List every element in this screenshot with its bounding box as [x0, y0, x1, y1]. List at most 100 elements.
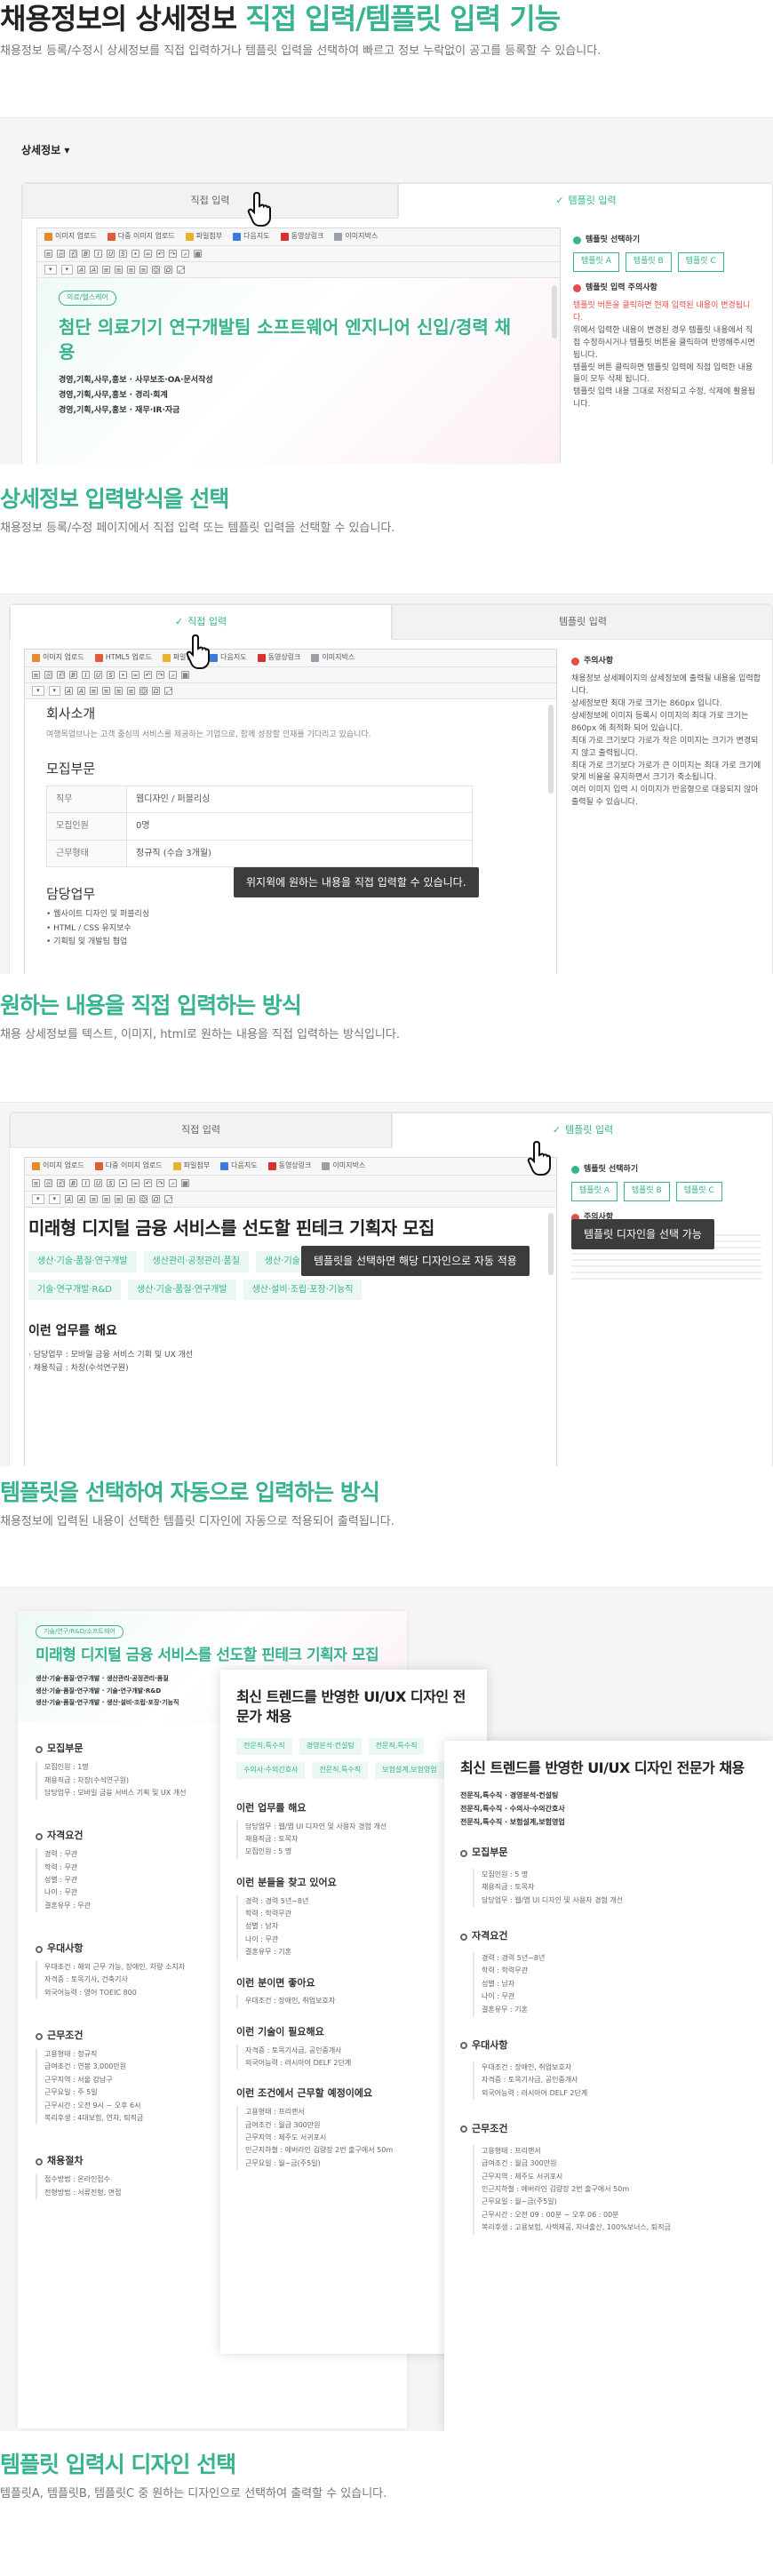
image-upload-button[interactable]: 이미지 업로드	[32, 1161, 84, 1171]
emoji-icon[interactable]: ☺	[139, 687, 148, 695]
file-attach-button[interactable]: 파일첨부	[185, 232, 222, 242]
image-upload-button[interactable]: 이미지 업로드	[44, 232, 97, 242]
fullscreen-icon[interactable]: ⤢	[164, 687, 173, 695]
table-icon[interactable]: ▦	[181, 1179, 189, 1187]
wysiwyg-editor[interactable]: 이미지 업로드 다중 이미지 업로드 파일첨부 다음지도 동영상링크 이미지박스…	[24, 1157, 557, 1466]
align-right-icon[interactable]: ≡	[127, 266, 136, 274]
align-left-icon[interactable]: ≡	[102, 266, 111, 274]
source-icon[interactable]: ≡	[32, 671, 40, 679]
tab-direct-input[interactable]: 직접 입력	[10, 1113, 392, 1148]
size-select[interactable]: ▾	[48, 686, 61, 696]
template-b-button[interactable]: 템플릿 B	[625, 251, 672, 272]
source-icon[interactable]: ≡	[32, 1179, 40, 1187]
image-box-button[interactable]: 이미지박스	[322, 1161, 365, 1171]
justify-icon[interactable]: ≡	[127, 1195, 136, 1203]
link-icon[interactable]: ∞	[144, 250, 152, 258]
align-right-icon[interactable]: ≡	[115, 1195, 124, 1203]
template-a-button[interactable]: 템플릿 A	[573, 251, 619, 272]
align-center-icon[interactable]: ≡	[115, 266, 124, 274]
paste-icon[interactable]: ⎗	[57, 1179, 65, 1187]
map-button[interactable]: 다음지도	[233, 232, 270, 242]
bg-color-icon[interactable]: A	[77, 687, 86, 695]
list-icon[interactable]: •	[119, 1179, 127, 1187]
multi-image-upload-button[interactable]: 다중 이미지 업로드	[94, 1161, 163, 1171]
bold-icon[interactable]: B	[69, 1179, 77, 1187]
template-c-button[interactable]: 템플릿 C	[677, 251, 724, 272]
source-icon[interactable]: ≡	[44, 250, 52, 258]
undo-icon[interactable]: ↶	[156, 250, 164, 258]
align-left-icon[interactable]: ≡	[90, 1195, 99, 1203]
italic-icon[interactable]: I	[82, 671, 90, 679]
redo-icon[interactable]: ↷	[156, 671, 164, 679]
undo-icon[interactable]: ↶	[144, 1179, 152, 1187]
strike-icon[interactable]: S	[119, 250, 127, 258]
search-icon[interactable]: ⌕	[181, 250, 189, 258]
underline-icon[interactable]: U	[94, 671, 102, 679]
redo-icon[interactable]: ↷	[156, 1179, 164, 1187]
editor-content[interactable]: 의료/헬스케어 첨단 의료기기 연구개발팀 소프트웨어 엔지니어 신입/경력 채…	[37, 278, 560, 464]
editor-content[interactable]: 회사소개 여행목업브나는 고객 중심의 서비스를 제공하는 기업으로, 함께 성…	[25, 699, 556, 974]
align-right-icon[interactable]: ≡	[115, 687, 124, 695]
html5-upload-button[interactable]: HTML5 업로드	[94, 653, 152, 663]
tab-template-input[interactable]: ✓ 템플릿 입력	[392, 1113, 772, 1148]
align-center-icon[interactable]: ≡	[102, 1195, 111, 1203]
omega-icon[interactable]: Ω	[164, 266, 173, 274]
table-icon[interactable]: ▦	[194, 250, 202, 258]
bg-color-icon[interactable]: A	[90, 266, 99, 274]
omega-icon[interactable]: Ω	[152, 1195, 161, 1203]
copy-icon[interactable]: ⎘	[44, 671, 52, 679]
image-box-button[interactable]: 이미지박스	[311, 653, 355, 663]
editor-scrollbar[interactable]	[552, 285, 557, 339]
font-color-icon[interactable]: A	[65, 1195, 74, 1203]
map-button[interactable]: 다음지도	[210, 653, 247, 663]
strike-icon[interactable]: S	[107, 671, 115, 679]
fullscreen-icon[interactable]: ⤢	[177, 266, 186, 274]
link-icon[interactable]: ∞	[131, 671, 139, 679]
tab-template-input[interactable]: 템플릿 입력	[392, 604, 772, 640]
underline-icon[interactable]: U	[107, 250, 115, 258]
file-attach-button[interactable]: 파일첨부	[172, 1161, 210, 1171]
wysiwyg-editor[interactable]: 이미지 업로드 HTML5 업로드 파일첨부 다음지도 동영상링크 이미지박스 …	[24, 649, 557, 974]
template-b-button[interactable]: 템플릿 B	[623, 1181, 670, 1201]
multi-image-upload-button[interactable]: 다중 이미지 업로드	[107, 232, 175, 242]
tab-direct-input[interactable]: 직접 입력	[22, 183, 398, 219]
justify-icon[interactable]: ≡	[127, 687, 136, 695]
copy-icon[interactable]: ⎘	[57, 250, 65, 258]
emoji-icon[interactable]: ☺	[152, 266, 161, 274]
omega-icon[interactable]: Ω	[152, 687, 161, 695]
undo-icon[interactable]: ↶	[144, 671, 152, 679]
emoji-icon[interactable]: ☺	[139, 1195, 148, 1203]
fullscreen-icon[interactable]: ⤢	[164, 1195, 173, 1203]
link-icon[interactable]: ∞	[131, 1179, 139, 1187]
image-upload-button[interactable]: 이미지 업로드	[32, 653, 84, 663]
font-color-icon[interactable]: A	[77, 266, 86, 274]
align-left-icon[interactable]: ≡	[90, 687, 99, 695]
justify-icon[interactable]: ≡	[139, 266, 148, 274]
editor-scrollbar[interactable]	[548, 1213, 554, 1275]
copy-icon[interactable]: ⎘	[44, 1179, 52, 1187]
video-link-button[interactable]: 동영상링크	[280, 232, 323, 242]
video-link-button[interactable]: 동영상링크	[267, 1161, 311, 1171]
underline-icon[interactable]: U	[94, 1179, 102, 1187]
align-center-icon[interactable]: ≡	[102, 687, 111, 695]
image-box-button[interactable]: 이미지박스	[334, 232, 378, 242]
template-a-button[interactable]: 템플릿 A	[571, 1181, 618, 1201]
bold-icon[interactable]: B	[69, 671, 77, 679]
font-select[interactable]: ▾	[44, 265, 57, 275]
strike-icon[interactable]: S	[107, 1179, 115, 1187]
font-select[interactable]: ▾	[32, 686, 44, 696]
wysiwyg-editor[interactable]: 이미지 업로드 다중 이미지 업로드 파일첨부 다음지도 동영상링크 이미지박스…	[36, 227, 561, 464]
size-select[interactable]: ▾	[48, 1194, 61, 1204]
italic-icon[interactable]: I	[94, 250, 102, 258]
size-select[interactable]: ▾	[60, 265, 74, 275]
search-icon[interactable]: ⌕	[169, 671, 177, 679]
bold-icon[interactable]: B	[82, 250, 90, 258]
italic-icon[interactable]: I	[82, 1179, 90, 1187]
table-icon[interactable]: ▦	[181, 671, 189, 679]
template-c-button[interactable]: 템플릿 C	[675, 1181, 722, 1201]
redo-icon[interactable]: ↷	[169, 250, 177, 258]
editor-scrollbar[interactable]	[548, 705, 554, 794]
search-icon[interactable]: ⌕	[169, 1179, 177, 1187]
font-color-icon[interactable]: A	[65, 687, 74, 695]
list-icon[interactable]: •	[131, 250, 139, 258]
